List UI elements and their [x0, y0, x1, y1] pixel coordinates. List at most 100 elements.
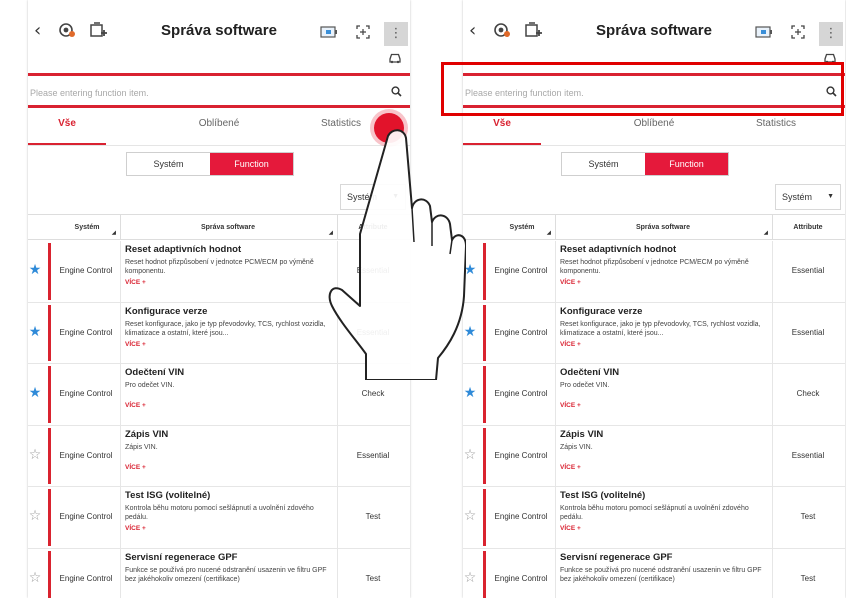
- table-row[interactable]: ☆ Engine Control Zápis VIN Zápis VIN. VÍ…: [463, 425, 845, 487]
- star-icon[interactable]: ☆: [28, 508, 42, 524]
- column-divider: [555, 364, 556, 425]
- table-row[interactable]: ☆ Engine Control Zápis VIN Zápis VIN. VÍ…: [28, 425, 410, 487]
- more-link[interactable]: VÍCE +: [125, 402, 335, 409]
- toggle-function[interactable]: Function: [645, 153, 728, 175]
- star-icon[interactable]: ☆: [463, 508, 477, 524]
- toggle-system[interactable]: Systém: [562, 153, 645, 175]
- sort-icon[interactable]: ◢: [547, 230, 551, 236]
- function-list: ★ Engine Control Reset adaptivních hodno…: [463, 241, 845, 598]
- star-icon[interactable]: ☆: [28, 447, 42, 463]
- function-title: Reset adaptivních hodnot: [125, 244, 242, 255]
- tab-all[interactable]: Vše: [28, 118, 122, 129]
- header-system[interactable]: Systém: [489, 224, 555, 231]
- column-divider: [120, 302, 121, 363]
- sort-icon[interactable]: ◢: [112, 230, 116, 236]
- search-bar[interactable]: Please entering function item.: [28, 82, 410, 104]
- diagnosis-icon[interactable]: [493, 22, 511, 42]
- row-system: Engine Control: [59, 266, 113, 275]
- row-system: Engine Control: [494, 573, 548, 583]
- add-icon[interactable]: [525, 22, 543, 42]
- star-icon[interactable]: ☆: [28, 570, 42, 586]
- system-filter-dropdown[interactable]: Systém ▼: [775, 184, 841, 210]
- sort-icon[interactable]: ◢: [764, 230, 768, 236]
- column-divider: [120, 487, 121, 548]
- table-row[interactable]: ☆ Engine Control Servisní regenerace GPF…: [28, 548, 410, 598]
- table-row[interactable]: ★ Engine Control Konfigurace verze Reset…: [463, 302, 845, 364]
- tab-favorites[interactable]: Oblíbené: [164, 118, 274, 129]
- header-attribute[interactable]: Attribute: [773, 224, 843, 231]
- back-icon[interactable]: ‹: [469, 20, 476, 41]
- function-title: Test ISG (volitelné): [560, 490, 646, 501]
- header-system[interactable]: Systém: [54, 224, 120, 231]
- table-row[interactable]: ★ Engine Control Reset adaptivních hodno…: [463, 241, 845, 303]
- header-function[interactable]: Správa software: [555, 224, 771, 231]
- more-link[interactable]: VÍCE +: [560, 525, 770, 532]
- table-row[interactable]: ☆ Engine Control Test ISG (volitelné) Ko…: [28, 487, 410, 549]
- tab-favorites[interactable]: Oblíbené: [599, 118, 709, 129]
- function-description: Zápis VIN.: [560, 443, 593, 451]
- function-description: Kontrola běhu motoru pomocí sešlápnutí a…: [125, 505, 314, 521]
- more-link[interactable]: VÍCE +: [560, 341, 770, 348]
- car-icon[interactable]: [388, 52, 402, 67]
- row-function: Konfigurace verze Reset konfigurace, jak…: [125, 306, 335, 348]
- tab-bar: Vše Oblíbené Statistics: [463, 118, 845, 146]
- function-description: Reset konfigurace, jako je typ převodovk…: [125, 320, 326, 337]
- battery-icon[interactable]: [320, 25, 338, 42]
- row-system: Engine Control: [59, 327, 113, 337]
- row-function: Zápis VIN Zápis VIN. VÍCE +: [125, 429, 335, 471]
- star-icon[interactable]: ☆: [463, 447, 477, 463]
- search-input[interactable]: Please entering function item.: [28, 88, 391, 98]
- tab-all[interactable]: Vše: [463, 118, 557, 129]
- column-divider: [555, 548, 556, 598]
- function-description: Reset hodnot přizpůsobení v jednotce PCM…: [125, 259, 314, 275]
- more-link[interactable]: VÍCE +: [125, 525, 335, 532]
- more-link[interactable]: VÍCE +: [125, 341, 335, 348]
- add-icon[interactable]: [90, 22, 108, 42]
- function-description: Kontrola běhu motoru pomocí sešlápnutí a…: [560, 505, 749, 521]
- search-icon[interactable]: [391, 86, 402, 100]
- header-function[interactable]: Správa software: [120, 224, 336, 231]
- function-title: Zápis VIN: [560, 428, 604, 440]
- row-system: Engine Control: [494, 450, 548, 460]
- row-function: Odečtení VIN Pro odečet VIN. VÍCE +: [125, 367, 335, 409]
- view-toggle: Systém Function: [126, 152, 294, 176]
- expand-icon[interactable]: [791, 25, 805, 42]
- star-icon[interactable]: ★: [28, 324, 42, 340]
- menu-button[interactable]: ⋮: [819, 22, 843, 46]
- more-link[interactable]: VÍCE +: [560, 279, 770, 286]
- hand-pointer-icon: [328, 129, 466, 380]
- column-divider: [555, 241, 556, 302]
- expand-icon[interactable]: [356, 25, 370, 42]
- toggle-function[interactable]: Function: [210, 153, 293, 175]
- battery-icon[interactable]: [755, 25, 773, 42]
- function-description: Reset hodnot přizpůsobení v jednotce PCM…: [560, 259, 749, 275]
- more-link[interactable]: VÍCE +: [560, 464, 770, 471]
- more-link[interactable]: VÍCE +: [125, 464, 335, 471]
- row-function: Odečtení VIN Pro odečet VIN. VÍCE +: [560, 367, 770, 409]
- column-divider: [555, 425, 556, 486]
- tab-divider: [463, 145, 845, 146]
- table-header: Systém ◢ Správa software ◢ Attribute: [463, 214, 845, 240]
- more-link[interactable]: VÍCE +: [125, 279, 335, 286]
- star-icon[interactable]: ★: [28, 385, 42, 401]
- star-icon[interactable]: ★: [28, 262, 42, 278]
- row-system: Engine Control: [59, 573, 113, 583]
- function-description: Funkce se používá pro nucené odstranění …: [560, 566, 762, 583]
- toggle-system[interactable]: Systém: [127, 153, 210, 175]
- row-function: Konfigurace verze Reset konfigurace, jak…: [560, 306, 770, 348]
- row-attribute: Essential: [791, 266, 825, 275]
- function-description: Funkce se používá pro nucené odstranění …: [125, 566, 327, 583]
- table-row[interactable]: ☆ Engine Control Test ISG (volitelné) Ko…: [463, 487, 845, 549]
- menu-button[interactable]: ⋮: [384, 22, 408, 46]
- diagnosis-icon[interactable]: [58, 22, 76, 42]
- row-attribute: Test: [800, 573, 816, 583]
- column-divider: [555, 487, 556, 548]
- star-icon[interactable]: ★: [463, 385, 477, 401]
- table-row[interactable]: ★ Engine Control Odečtení VIN Pro odečet…: [463, 364, 845, 426]
- star-icon[interactable]: ☆: [463, 570, 477, 586]
- tab-statistics[interactable]: Statistics: [721, 118, 831, 129]
- back-icon[interactable]: ‹: [34, 20, 41, 41]
- table-row[interactable]: ☆ Engine Control Servisní regenerace GPF…: [463, 548, 845, 598]
- more-link[interactable]: VÍCE +: [560, 402, 770, 409]
- function-title: Odečtení VIN: [560, 367, 620, 378]
